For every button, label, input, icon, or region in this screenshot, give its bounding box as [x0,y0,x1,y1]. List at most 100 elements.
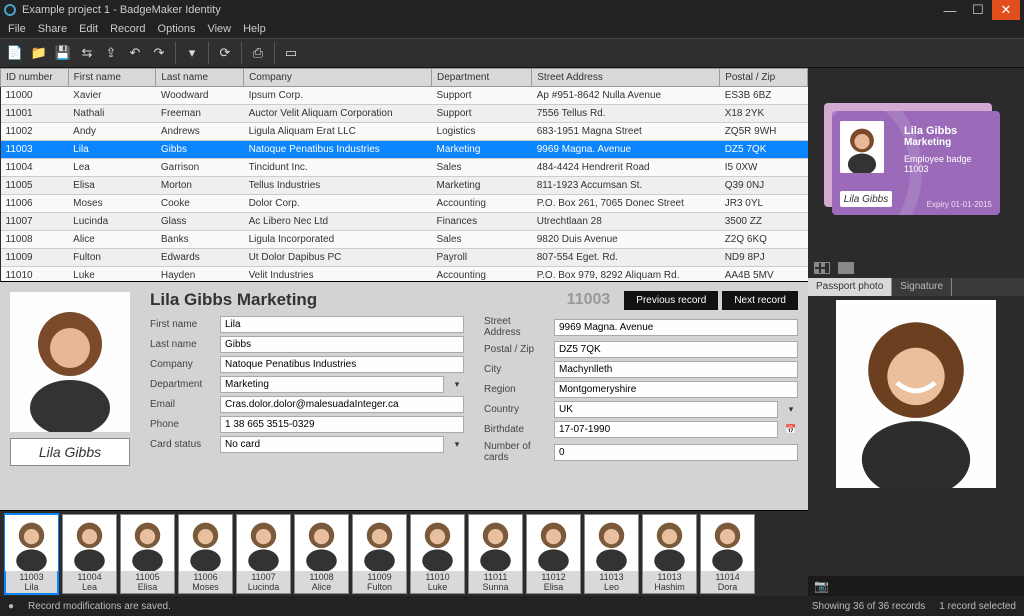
detail-signature[interactable]: Lila Gibbs [10,438,130,466]
thumbnail[interactable]: 11008Alice [294,514,349,594]
menu-record[interactable]: Record [110,23,145,35]
table-row[interactable]: 11002AndyAndrewsLigula Aliquam Erat LLCL… [1,123,808,141]
passport-photo[interactable] [836,300,996,488]
column-header[interactable]: Department [432,69,532,87]
table-row[interactable]: 11010LukeHaydenVelit IndustriesAccountin… [1,267,808,283]
tab-signature[interactable]: Signature [892,278,952,296]
column-header[interactable]: First name [68,69,156,87]
field-input[interactable] [554,319,798,336]
field-row: Street Address [484,316,798,338]
chevron-down-icon[interactable]: ▾ [450,379,464,390]
column-header[interactable]: Postal / Zip [720,69,808,87]
badge-icon[interactable]: ▭ [280,42,302,64]
calendar-icon[interactable]: 📅 [784,424,798,435]
field-label: City [484,364,548,375]
next-record-button[interactable]: Next record [722,291,798,310]
field-input[interactable] [554,444,798,461]
table-row[interactable]: 11008AliceBanksLigula IncorporatedSales9… [1,231,808,249]
thumb-photo [121,515,174,571]
thumbnail[interactable]: 11014Dora [700,514,755,594]
field-input[interactable] [554,381,798,398]
separator [241,42,242,64]
table-row[interactable]: 11003LilaGibbsNatoque Penatibus Industri… [1,141,808,159]
thumbnail[interactable]: 11007Lucinda [236,514,291,594]
detail-heading: Lila Gibbs Marketing [150,290,317,310]
thumbnail-strip[interactable]: 11003Lila11004Lea11005Elisa11006Moses110… [0,510,808,596]
field-row: Department▾ [150,376,464,393]
menu-help[interactable]: Help [243,23,266,35]
thumbnail[interactable]: 11006Moses [178,514,233,594]
thumbnail[interactable]: 11005Elisa [120,514,175,594]
field-input[interactable] [554,421,778,438]
field-input[interactable] [554,401,778,418]
export-icon[interactable]: ⇪ [100,42,122,64]
camera-icon[interactable]: 📷 [814,579,829,593]
share-icon[interactable]: ⇆ [76,42,98,64]
open-icon[interactable]: 📁 [28,42,50,64]
undo-icon[interactable]: ↶ [124,42,146,64]
menu-edit[interactable]: Edit [79,23,98,35]
thumbnail[interactable]: 11013Leo [584,514,639,594]
thumbnail[interactable]: 11012Elisa [526,514,581,594]
field-input[interactable] [220,336,464,353]
field-input[interactable] [220,436,444,453]
column-header[interactable]: Street Address [532,69,720,87]
menu-options[interactable]: Options [158,23,196,35]
table-row[interactable]: 11001NathaliFreemanAuctor Velit Aliquam … [1,105,808,123]
filter-icon[interactable]: ▾ [181,42,203,64]
table-row[interactable]: 11004LeaGarrisonTincidunt Inc.Sales484-4… [1,159,808,177]
field-row: Phone [150,416,464,433]
column-header[interactable]: Company [244,69,432,87]
field-row: Card status▾ [150,436,464,453]
table-row[interactable]: 11009FultonEdwardsUt Dolor Dapibus PCPay… [1,249,808,267]
card-label: Employee badge [904,154,972,164]
thumbnail[interactable]: 11013Hashim [642,514,697,594]
chevron-down-icon[interactable]: ▾ [784,404,798,415]
thumb-id: 11009 [367,571,391,582]
detail-photo[interactable] [10,292,130,432]
refresh-icon[interactable]: ⟳ [214,42,236,64]
field-input[interactable] [220,416,464,433]
maximize-button[interactable]: ☐ [964,0,992,20]
menu-share[interactable]: Share [38,23,67,35]
field-input[interactable] [220,396,464,413]
field-input[interactable] [554,341,798,358]
thumb-photo [63,515,116,571]
thumbnail[interactable]: 11004Lea [62,514,117,594]
table-row[interactable]: 11000XavierWoodwardIpsum Corp.SupportAp … [1,87,808,105]
column-header[interactable]: ID number [1,69,69,87]
single-view-icon[interactable] [838,262,854,274]
new-icon[interactable]: 📄 [4,42,26,64]
table-row[interactable]: 11007LucindaGlassAc Libero Nec LtdFinanc… [1,213,808,231]
thumbnail[interactable]: 11011Sunna [468,514,523,594]
thumbnail[interactable]: 11003Lila [4,513,59,595]
column-header[interactable]: Last name [156,69,244,87]
field-input[interactable] [220,376,444,393]
redo-icon[interactable]: ↷ [148,42,170,64]
field-row: Birthdate📅 [484,421,798,438]
table-row[interactable]: 11006MosesCookeDolor Corp.AccountingP.O.… [1,195,808,213]
field-input[interactable] [220,356,464,373]
badge-card[interactable]: Lila Gibbs Lila Gibbs Marketing Employee… [832,111,1000,215]
thumb-name: Lucinda [248,582,280,593]
table-row[interactable]: 11005ElisaMortonTellus IndustriesMarketi… [1,177,808,195]
save-icon[interactable]: 💾 [52,42,74,64]
field-input[interactable] [220,316,464,333]
records-table[interactable]: ID numberFirst nameLast nameCompanyDepar… [0,68,808,282]
previous-record-button[interactable]: Previous record [624,291,718,310]
thumb-photo [585,515,638,571]
menu-file[interactable]: File [8,23,26,35]
minimize-button[interactable]: — [936,0,964,20]
close-button[interactable]: ✕ [992,0,1020,20]
grid-view-icon[interactable] [814,262,830,274]
menu-view[interactable]: View [207,23,231,35]
chevron-down-icon[interactable]: ▾ [450,439,464,450]
thumb-name: Elisa [138,582,158,593]
print-icon[interactable]: ⎙ [247,42,269,64]
field-input[interactable] [554,361,798,378]
thumbnail[interactable]: 11010Luke [410,514,465,594]
field-label: Email [150,399,214,410]
thumb-id: 11013 [657,571,681,582]
thumbnail[interactable]: 11009Fulton [352,514,407,594]
tab-passport-photo[interactable]: Passport photo [808,278,892,296]
